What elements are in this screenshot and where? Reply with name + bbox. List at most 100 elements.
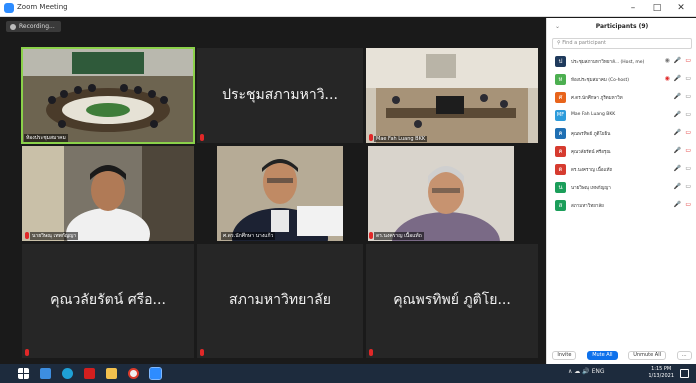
video-off-icon[interactable]: ▭: [685, 57, 691, 64]
taskbar-clock[interactable]: 1:15 PM 1/13/2021: [648, 366, 674, 380]
participant-name: Mae Fah Luang BKK: [571, 112, 616, 117]
chevron-down-icon[interactable]: ⌄: [555, 18, 560, 36]
clock-date: 1/13/2021: [648, 373, 674, 379]
muted-mic-icon[interactable]: 🎤: [674, 147, 681, 154]
participant-name: ดร.นงคราญ เนื้อแท้ถ: [571, 168, 613, 173]
avatar: น: [555, 182, 566, 193]
muted-mic-icon[interactable]: 🎤: [674, 111, 681, 118]
muted-mic-icon: [369, 134, 373, 141]
participant-row[interactable]: MF Mae Fah Luang BKK 🎤 ▭: [547, 109, 696, 123]
chrome-icon[interactable]: [128, 368, 139, 379]
muted-mic-icon[interactable]: 🎤: [674, 165, 681, 172]
notification-icon[interactable]: [680, 369, 689, 378]
participant-status-icons: 🎤 ▭: [674, 165, 691, 172]
video-tile-9[interactable]: คุณพรทิพย์ ภูติโย...: [366, 244, 538, 358]
meeting-room-video: [366, 48, 538, 143]
participant-name: นายวิษณุ เทพกัญญา: [571, 186, 611, 191]
system-tray[interactable]: ∧ ☁ 🔊 ENG: [568, 368, 605, 375]
participant-row[interactable]: ค คุณพรทิพย์ ภูติโยธิน 🎤 ▭: [547, 127, 696, 141]
video-icon[interactable]: ▭: [685, 75, 691, 82]
video-tile-5[interactable]: ศ.ดร.นักศึกษา นางแก้ว: [197, 146, 363, 241]
video-tile-7[interactable]: คุณวลัยรัตน์ ศรีอ...: [22, 244, 194, 358]
avatar: ส: [555, 200, 566, 211]
participant-name: ประชุมสภามหาวิทยาลั... (Host, me): [571, 60, 645, 65]
muted-mic-icon[interactable]: 🎤: [674, 57, 681, 64]
participant-name: คุณวลัยรัตน์ ศรีอรุณ: [571, 150, 611, 155]
video-tile-3[interactable]: Mae Fah Luang BKK: [366, 48, 538, 143]
minimize-button[interactable]: –: [621, 1, 645, 15]
video-tile-4[interactable]: นายวิษณุ เทพกัญญา: [22, 146, 194, 241]
avatar: ศ: [555, 92, 566, 103]
participant-row[interactable]: ป ประชุมสภามหาวิทยาลั... (Host, me) ◉ 🎤 ▭: [547, 55, 696, 69]
video-icon[interactable]: ▭: [685, 183, 691, 190]
muted-mic-icon[interactable]: 🎤: [674, 183, 681, 190]
mic-icon[interactable]: 🎤: [674, 93, 681, 100]
tile-name: Mae Fah Luang BKK: [374, 136, 428, 142]
close-button[interactable]: ✕: [669, 1, 693, 15]
muted-mic-icon[interactable]: 🎤: [674, 201, 681, 208]
video-icon[interactable]: ▭: [685, 93, 691, 100]
participant-search-input[interactable]: ⚲ Find a participant: [552, 38, 692, 49]
video-tile-1[interactable]: ห้องประชุมสมาคม: [21, 47, 195, 144]
muted-mic-icon: [25, 349, 29, 356]
tile-big-name: คุณพรทิพย์ ภูติโย...: [393, 291, 511, 308]
participants-header: ⌄ Participants (9): [547, 18, 696, 36]
conference-room-video: [22, 48, 194, 143]
participant-row[interactable]: น นายวิษณุ เทพกัญญา 🎤 ▭: [547, 181, 696, 195]
participant-row[interactable]: ค คุณวลัยรัตน์ ศรีอรุณ 🎤 ▭: [547, 145, 696, 159]
tile-name: ดร.นงคราญ เนื้อแท้ถ: [374, 232, 424, 240]
video-off-icon[interactable]: ▭: [685, 129, 691, 136]
invite-button[interactable]: Invite: [552, 350, 577, 360]
share-icon: ◉: [664, 57, 670, 64]
muted-mic-icon: [25, 232, 29, 239]
edge-icon[interactable]: [62, 368, 73, 379]
video-icon[interactable]: ▭: [685, 165, 691, 172]
participant-status-icons: 🎤 ▭: [674, 183, 691, 190]
video-tile-2[interactable]: ประชุมสภามหาวิ...: [197, 48, 363, 143]
recording-label: Recording...: [19, 23, 55, 30]
video-icon[interactable]: ▭: [685, 111, 691, 118]
participant-row[interactable]: ส สภามหาวิทยาลัย 🎤 ▭: [547, 199, 696, 213]
zoom-taskbar-icon[interactable]: [149, 367, 162, 380]
participant-row[interactable]: ศ ศ.ดร.นักศึกษา ภูริตมหาวิท 🎤 ▭: [547, 91, 696, 105]
mute-all-button[interactable]: Mute All: [587, 350, 618, 360]
clock-time: 1:15 PM: [651, 366, 672, 372]
tile-big-name: คุณวลัยรัตน์ ศรีอ...: [50, 291, 166, 308]
participant-name: ห้องประชุมสมาคม (Co-host): [571, 78, 630, 83]
video-off-icon[interactable]: ▭: [685, 147, 691, 154]
mail-icon[interactable]: [40, 368, 51, 379]
taskbar: ∧ ☁ 🔊 ENG 1:15 PM 1/13/2021: [0, 364, 696, 383]
participant-status-icons: 🎤 ▭: [674, 93, 691, 100]
tile-name: ศ.ดร.นักศึกษา นางแก้ว: [221, 232, 276, 240]
unmute-all-button[interactable]: Unmute All: [628, 350, 666, 360]
tile-big-name: ประชุมสภามหาวิ...: [222, 86, 338, 103]
participant-row[interactable]: ห ห้องประชุมสมาคม (Co-host) ◉ 🎤 ▭: [547, 73, 696, 87]
participants-title: Participants (9): [595, 23, 649, 30]
participant-status-icons: ◉ 🎤 ▭: [665, 75, 691, 82]
windows-start-icon[interactable]: [18, 368, 29, 379]
tile-big-name: สภามหาวิทยาลัย: [229, 291, 331, 308]
meeting-gallery: Recording... ห้องประชุมสมาคม ประชุมสภามห…: [0, 18, 546, 364]
avatar: ห: [555, 74, 566, 85]
avatar: ป: [555, 56, 566, 67]
recording-indicator[interactable]: Recording...: [6, 21, 61, 32]
participant-status-icons: 🎤 ▭: [674, 129, 691, 136]
participant-video: [197, 146, 363, 241]
avatar: ด: [555, 164, 566, 175]
muted-mic-icon[interactable]: 🎤: [674, 129, 681, 136]
file-explorer-icon[interactable]: [106, 368, 117, 379]
participant-status-icons: 🎤 ▭: [674, 111, 691, 118]
search-placeholder: Find a participant: [562, 40, 606, 46]
share-icon: ◉: [664, 75, 670, 82]
more-button[interactable]: ...: [676, 350, 692, 360]
video-off-icon[interactable]: ▭: [685, 201, 691, 208]
participant-name: ศ.ดร.นักศึกษา ภูริตมหาวิท: [571, 96, 623, 101]
participant-video: [366, 146, 538, 241]
video-tile-8[interactable]: สภามหาวิทยาลัย: [197, 244, 363, 358]
video-tile-6[interactable]: ดร.นงคราญ เนื้อแท้ถ: [366, 146, 538, 241]
acrobat-icon[interactable]: [84, 368, 95, 379]
participant-row[interactable]: ด ดร.นงคราญ เนื้อแท้ถ 🎤 ▭: [547, 163, 696, 177]
muted-mic-icon: [369, 349, 373, 356]
mic-icon[interactable]: 🎤: [674, 75, 681, 82]
maximize-button[interactable]: □: [645, 1, 669, 15]
